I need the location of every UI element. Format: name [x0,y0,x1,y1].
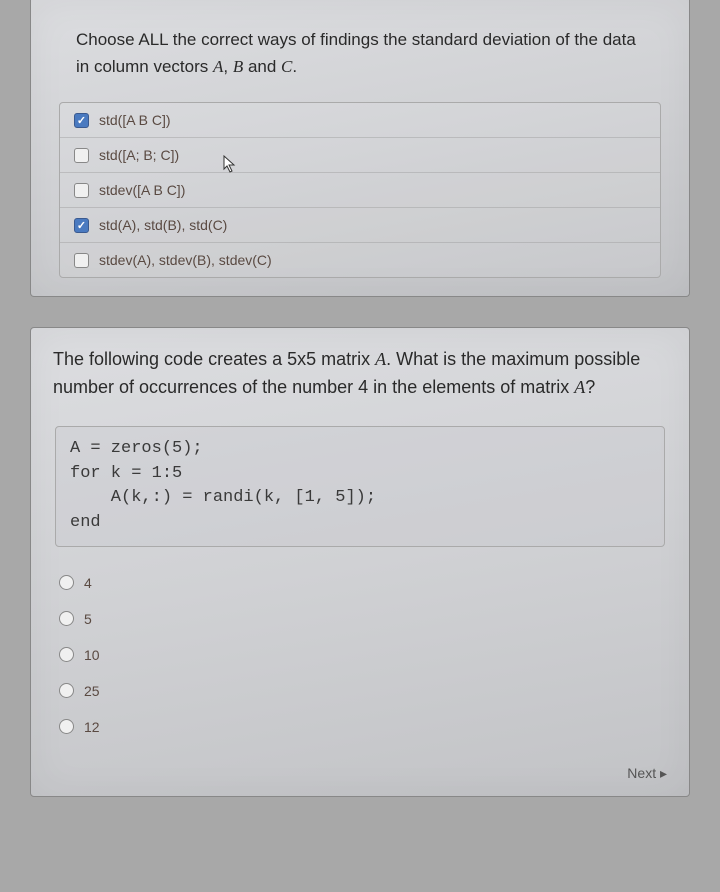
q2-text-pre: The following code creates a 5x5 matrix [53,349,375,369]
q2-option-0[interactable]: 4 [53,565,667,601]
option-label: std(A), std(B), std(C) [99,217,227,233]
radio-icon[interactable] [59,719,74,734]
option-label: 10 [84,647,100,663]
radio-icon[interactable] [59,683,74,698]
q1-options: std([A B C]) std([A; B; C]) stdev([A B C… [59,102,661,278]
option-label: 12 [84,719,100,735]
q2-var-a1: A [375,349,386,369]
checkbox-icon[interactable] [74,113,89,128]
q1-text-pre: Choose ALL the correct ways of findings … [76,30,636,76]
q1-var-c: C [281,57,292,76]
option-label: 5 [84,611,92,627]
radio-icon[interactable] [59,647,74,662]
q1-sep1: , [223,57,232,76]
code-block: A = zeros(5); for k = 1:5 A(k,:) = randi… [55,426,665,547]
q1-text-post: . [292,57,297,76]
option-label: 25 [84,683,100,699]
option-label: 4 [84,575,92,591]
q2-option-2[interactable]: 10 [53,637,667,673]
q2-option-3[interactable]: 25 [53,673,667,709]
radio-icon[interactable] [59,575,74,590]
checkbox-icon[interactable] [74,253,89,268]
q1-sep2: and [243,57,281,76]
checkbox-icon[interactable] [74,148,89,163]
q2-var-a2: A [574,377,585,397]
question-prompt-1: Choose ALL the correct ways of findings … [31,8,689,98]
q2-options: 4 5 10 25 12 [53,565,667,745]
q1-option-4[interactable]: stdev(A), stdev(B), stdev(C) [60,243,660,277]
card-footer: Next ▸ [31,755,689,796]
q1-var-b: B [233,57,243,76]
radio-icon[interactable] [59,611,74,626]
q1-option-1[interactable]: std([A; B; C]) [60,138,660,173]
q1-option-3[interactable]: std(A), std(B), std(C) [60,208,660,243]
checkbox-icon[interactable] [74,183,89,198]
q1-option-2[interactable]: stdev([A B C]) [60,173,660,208]
q2-text-post: ? [585,377,595,397]
question-card-2: The following code creates a 5x5 matrix … [30,327,690,796]
next-button[interactable]: Next ▸ [627,765,667,781]
checkbox-icon[interactable] [74,218,89,233]
q2-option-1[interactable]: 5 [53,601,667,637]
q2-option-4[interactable]: 12 [53,709,667,745]
q1-option-0[interactable]: std([A B C]) [60,103,660,138]
option-label: std([A B C]) [99,112,171,128]
question-prompt-2: The following code creates a 5x5 matrix … [31,328,689,416]
option-label: stdev(A), stdev(B), stdev(C) [99,252,272,268]
option-label: stdev([A B C]) [99,182,185,198]
q1-var-a: A [213,57,223,76]
question-card-1: Choose ALL the correct ways of findings … [30,0,690,297]
option-label: std([A; B; C]) [99,147,179,163]
